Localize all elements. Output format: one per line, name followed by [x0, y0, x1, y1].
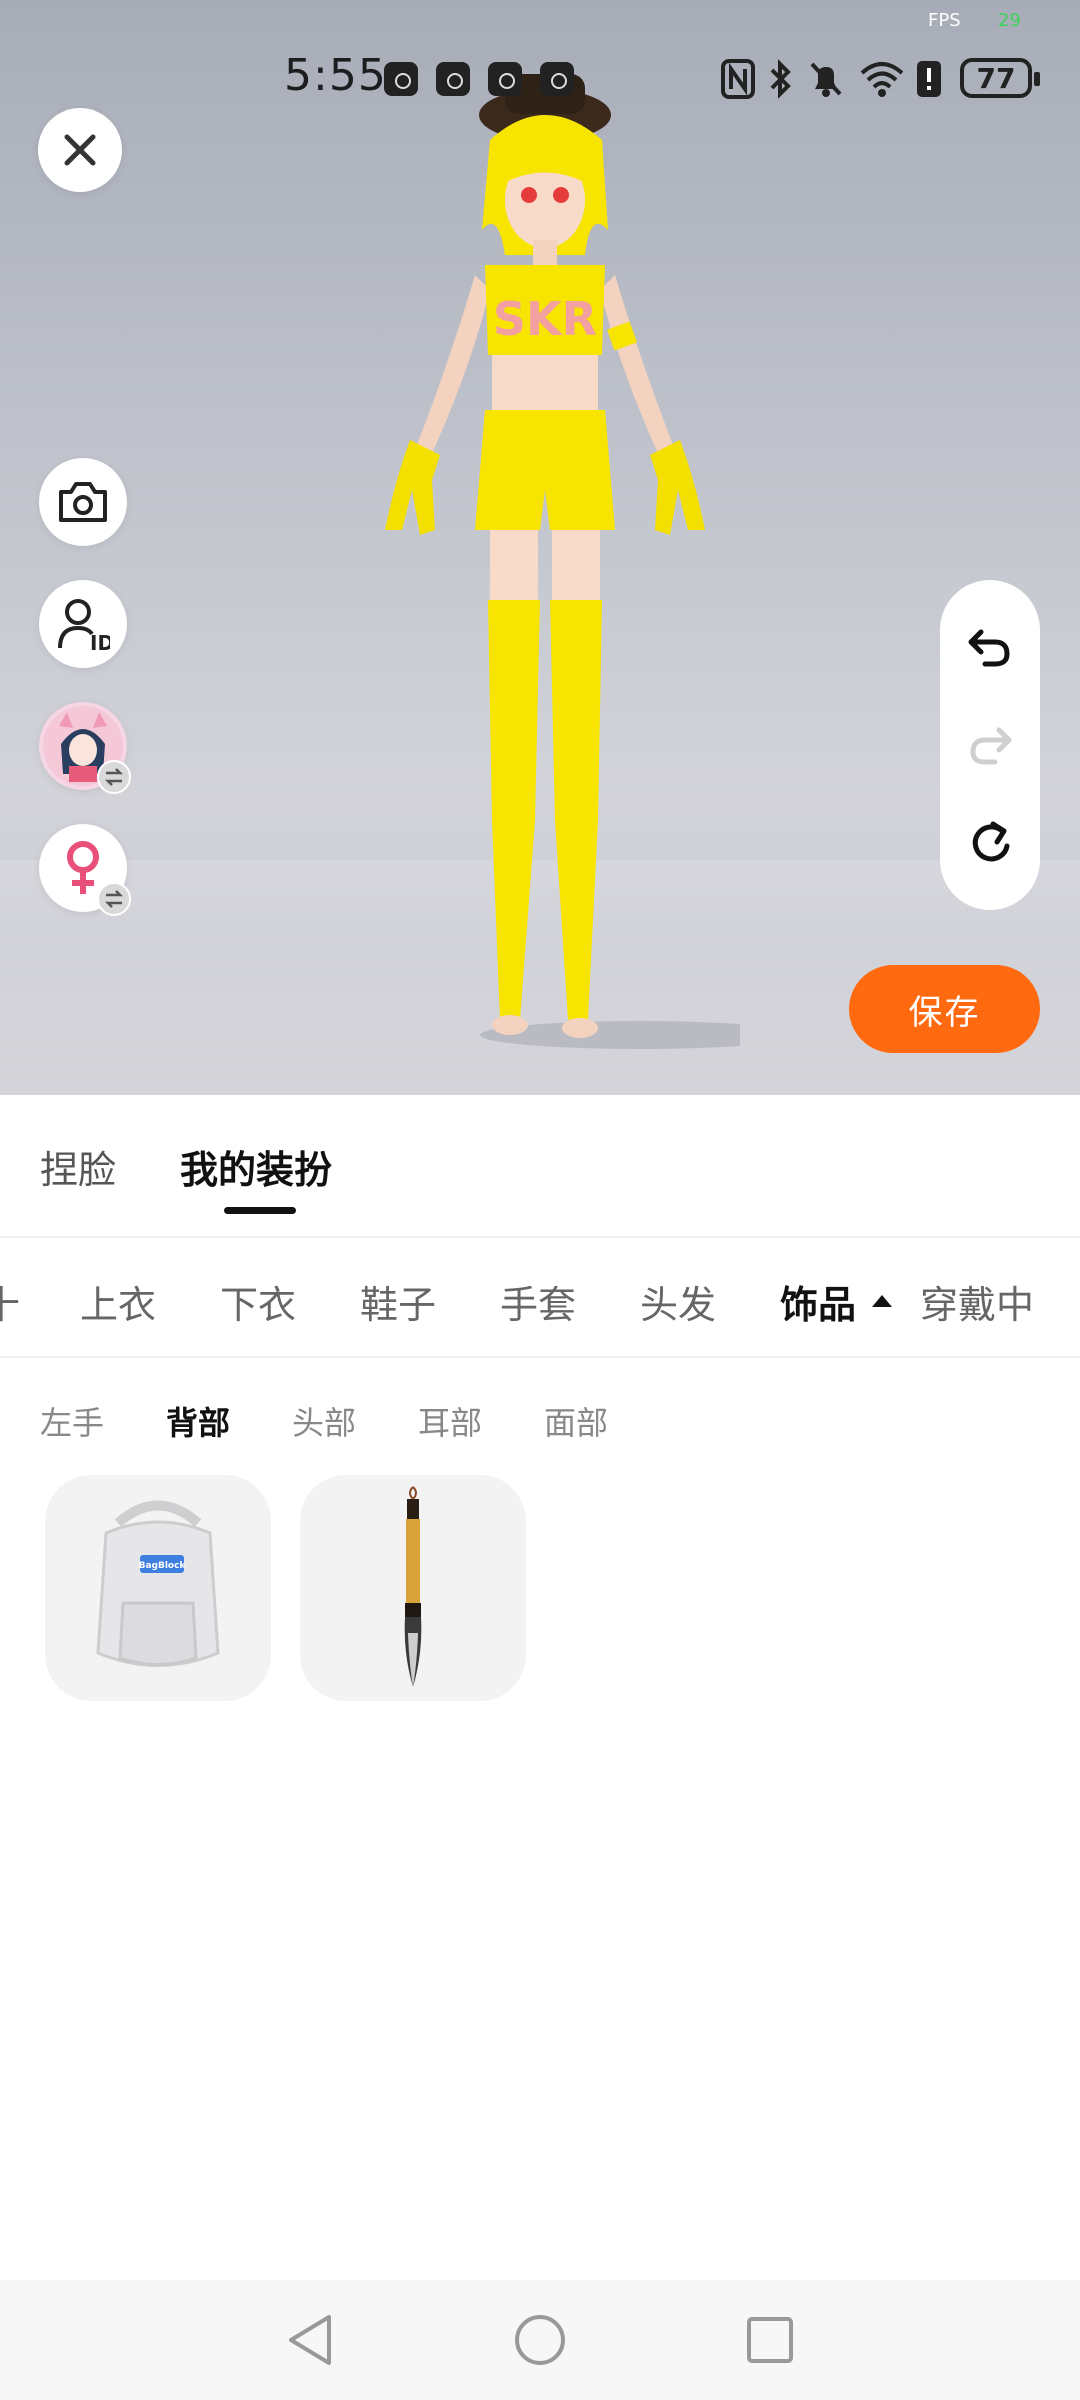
avatar-id-button[interactable]: ID — [39, 580, 127, 668]
camera-button[interactable] — [39, 458, 127, 546]
recents-button[interactable] — [740, 2310, 800, 2370]
fps-label: FPS — [928, 10, 961, 31]
swap-icon — [97, 760, 131, 794]
sim-alert-icon — [914, 58, 944, 100]
sub-tab-back[interactable]: 背部 — [166, 1398, 230, 1444]
item-brush[interactable] — [300, 1475, 526, 1701]
tab-my-outfit[interactable]: 我的装扮 — [180, 1139, 332, 1194]
back-button[interactable] — [280, 2310, 340, 2370]
mute-icon — [806, 58, 846, 100]
backpack-image: BagBlock — [96, 1500, 220, 1667]
category-tab-wearing[interactable]: 穿戴中 — [920, 1274, 1034, 1329]
status-bar: FPS 29 5:55 77 — [0, 0, 1080, 120]
item-backpack[interactable]: BagBlock — [45, 1475, 271, 1701]
nfc-icon — [720, 58, 756, 100]
sub-tab-head[interactable]: 头部 — [292, 1398, 356, 1444]
wifi-icon — [858, 58, 906, 100]
fps-value: 29 — [998, 10, 1021, 31]
reset-button[interactable] — [960, 813, 1020, 873]
backpack-tag-text: BagBlock — [139, 1561, 187, 1571]
history-panel — [940, 580, 1040, 910]
battery-icon: 77 — [960, 58, 1040, 98]
brush-image — [404, 1486, 422, 1687]
category-tab-gloves[interactable]: 手套 — [500, 1274, 576, 1329]
gender-switch-button[interactable] — [39, 824, 131, 916]
home-icon — [515, 2315, 565, 2365]
system-navbar — [0, 2280, 1080, 2400]
recents-icon — [747, 2317, 793, 2363]
tab-indicator — [224, 1207, 296, 1214]
avatar-id-icon: ID — [58, 599, 110, 652]
reset-icon — [972, 821, 1010, 862]
chest-logo-text: SKR — [493, 292, 597, 346]
undo-button[interactable] — [960, 617, 1020, 677]
back-icon — [289, 2315, 331, 2365]
camera-icon — [59, 482, 107, 522]
female-icon — [67, 841, 99, 894]
category-tab-hair[interactable]: 头发 — [640, 1274, 716, 1329]
category-tab-top[interactable]: 上衣 — [80, 1274, 156, 1329]
notification-icon — [488, 62, 522, 96]
avatar-switch-button[interactable] — [39, 702, 131, 794]
caret-up-icon — [872, 1295, 892, 1307]
redo-icon — [970, 727, 1012, 765]
status-time: 5:55 — [284, 50, 387, 101]
dressup-panel: 捏脸 我的装扮 十 上衣 下衣 鞋子 手套 头发 饰品 穿戴中 左手 背部 头部… — [0, 1095, 1080, 2280]
tab-face[interactable]: 捏脸 — [40, 1139, 116, 1194]
sub-tab-ear[interactable]: 耳部 — [418, 1398, 482, 1444]
bluetooth-icon — [766, 58, 796, 100]
category-tab-bottom[interactable]: 下衣 — [220, 1274, 296, 1329]
sub-tabs: 左手 背部 头部 耳部 面部 — [0, 1358, 1080, 1468]
category-tabs[interactable]: 十 上衣 下衣 鞋子 手套 头发 饰品 穿戴中 — [0, 1238, 1080, 1358]
category-tab-set[interactable]: 十 — [0, 1274, 20, 1329]
close-button[interactable] — [38, 108, 122, 192]
home-button[interactable] — [510, 2310, 570, 2370]
avatar-viewport[interactable]: SKR FPS 29 5:55 77 ID 保存 — [0, 0, 1080, 1095]
avatar-character[interactable]: SKR — [340, 60, 740, 1060]
notification-icon — [384, 62, 418, 96]
swap-icon — [97, 882, 131, 916]
undo-icon — [968, 629, 1010, 667]
save-button[interactable]: 保存 — [849, 965, 1040, 1053]
sub-tab-face[interactable]: 面部 — [544, 1398, 608, 1444]
close-icon — [64, 134, 96, 166]
category-tab-shoes[interactable]: 鞋子 — [360, 1274, 436, 1329]
category-tab-accessories[interactable]: 饰品 — [780, 1274, 856, 1329]
svg-text:ID: ID — [90, 631, 110, 652]
sub-tab-left-hand[interactable]: 左手 — [40, 1398, 104, 1444]
notification-icon — [436, 62, 470, 96]
redo-button[interactable] — [960, 715, 1020, 775]
notification-icon — [540, 62, 574, 96]
main-tabs: 捏脸 我的装扮 — [0, 1095, 1080, 1238]
